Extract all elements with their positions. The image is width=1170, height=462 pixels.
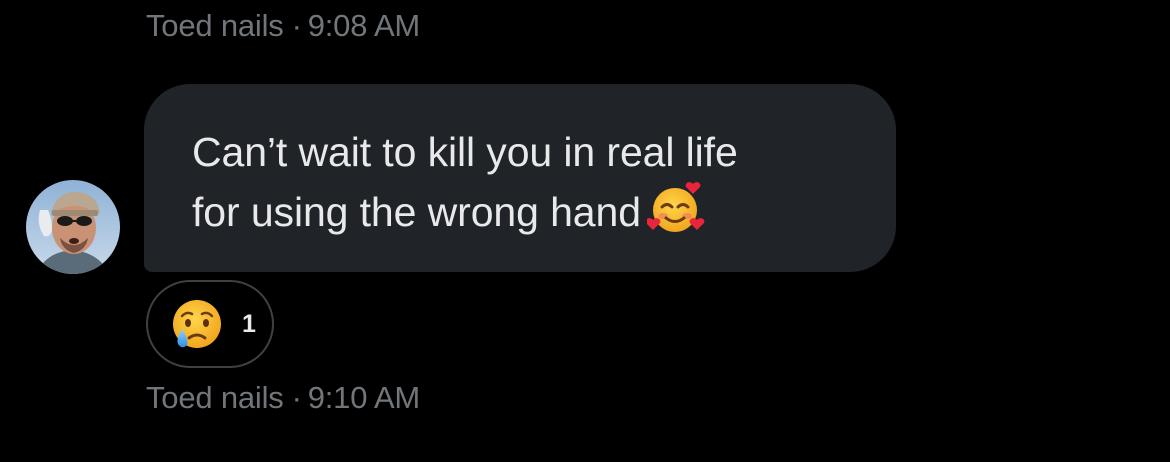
message-line-1: Can’t wait to kill you in real life: [192, 129, 738, 175]
message-meta-top: Toed nails · 9:08 AM: [146, 8, 420, 44]
message-line-2-wrap: for using the wrong hand: [192, 180, 848, 240]
sender-name: Toed nails: [146, 380, 284, 415]
crying-face-icon: [168, 296, 226, 354]
message-time: 9:10 AM: [307, 380, 421, 415]
smiling-face-with-hearts-icon: [645, 180, 705, 236]
avatar[interactable]: [26, 180, 120, 274]
message-meta-bottom: Toed nails · 9:10 AM: [146, 380, 420, 416]
message-bubble[interactable]: Can’t wait to kill you in real life for …: [144, 84, 896, 272]
meta-separator: ·: [291, 380, 302, 415]
reaction-count: 1: [242, 310, 256, 338]
avatar-photo: [26, 180, 120, 274]
reaction-pill[interactable]: 1: [146, 280, 274, 368]
message-line-2: for using the wrong hand: [192, 189, 641, 235]
sender-name: Toed nails: [146, 8, 284, 43]
meta-separator: ·: [291, 8, 302, 43]
message-text: Can’t wait to kill you in real life for …: [192, 124, 848, 240]
message-time: 9:08 AM: [307, 8, 421, 43]
